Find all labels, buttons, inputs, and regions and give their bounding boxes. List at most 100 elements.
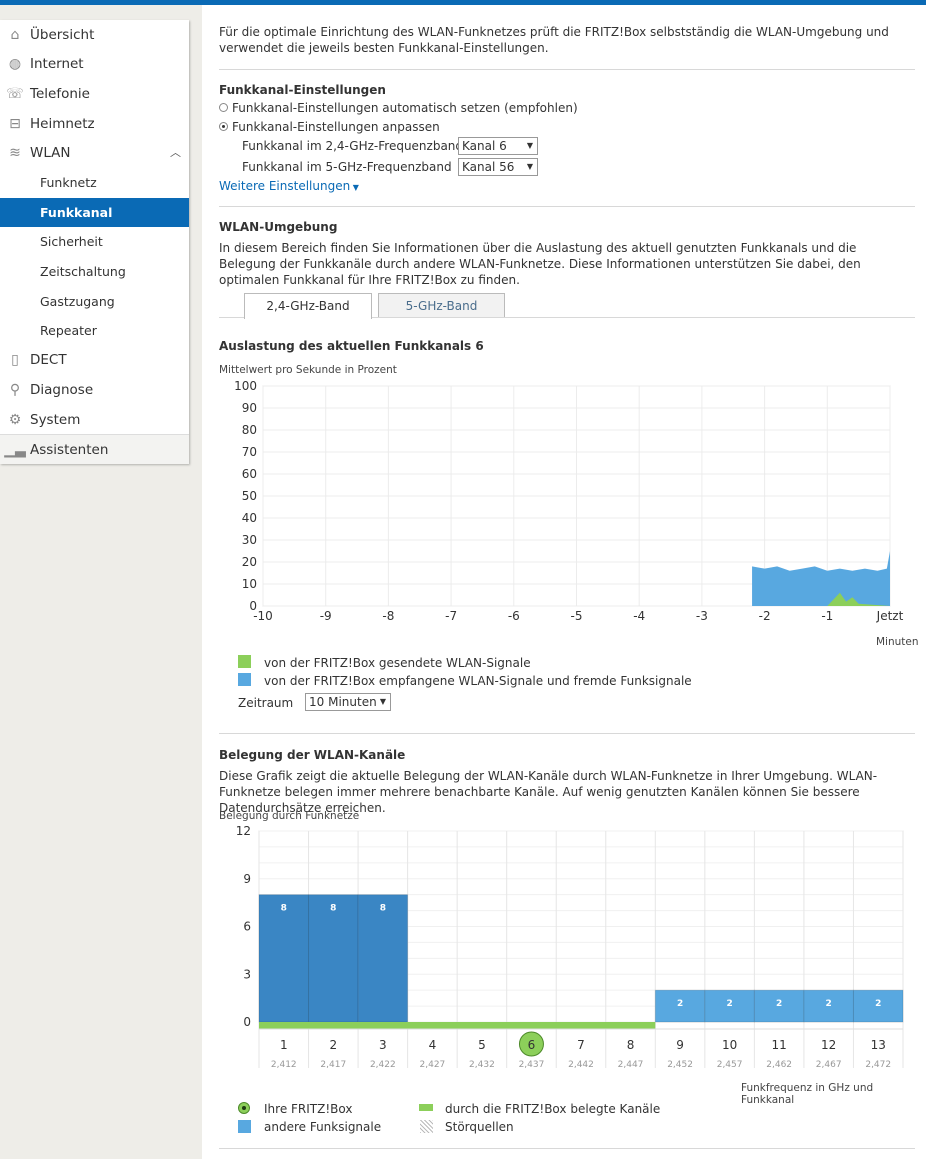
y-tick-label: 80 [242, 423, 257, 437]
y-tick-label: 6 [243, 920, 251, 934]
sidebar-item-label: Internet [30, 56, 84, 73]
bars-icon: ▁▃ [4, 441, 26, 458]
occupancy-xlabel: Funkfrequenz in GHz und Funkkanal [741, 1082, 874, 1106]
x-tick-label: -10 [253, 609, 273, 623]
tab-24ghz[interactable]: 2,4-GHz-Band [244, 293, 372, 319]
tab-baseline [219, 317, 244, 318]
legend-other-swatch [238, 1120, 251, 1133]
frequency-tick-label: 2,442 [568, 1060, 594, 1070]
frequency-tick-label: 2,467 [816, 1060, 842, 1070]
more-settings-label: Weitere Einstellungen [219, 179, 351, 193]
magnifier-icon: ⚲ [9, 381, 21, 398]
occupancy-heading: Belegung der WLAN-Kanäle [219, 748, 406, 762]
sidebar-item-zeitschaltung[interactable]: Zeitschaltung [0, 257, 189, 287]
chevron-up-icon[interactable]: ︿ [170, 144, 181, 160]
sidebar-item-funknetz[interactable]: Funknetz [0, 168, 189, 198]
sidebar-item-heimnetz[interactable]: ⊟ Heimnetz [0, 109, 189, 139]
divider [219, 69, 915, 70]
frequency-tick-label: 2,472 [865, 1060, 891, 1070]
frequency-tick-label: 2,432 [469, 1060, 495, 1070]
frequency-tick-label: 2,462 [766, 1060, 792, 1070]
x-tick-label: -5 [571, 609, 583, 623]
radio-auto[interactable]: Funkkanal-Einstellungen automatisch setz… [219, 100, 578, 116]
radio-manual-label: Funkkanal-Einstellungen anpassen [232, 120, 440, 134]
sidebar-item-label: Gastzugang [40, 293, 115, 309]
more-settings-link[interactable]: Weitere Einstellungen ▼ [219, 178, 359, 196]
dropdown-arrow-icon: ▼ [526, 141, 533, 150]
bar-channel-1 [258, 894, 310, 1023]
radio-manual-indicator[interactable] [219, 122, 228, 131]
sidebar-item-internet[interactable]: ◍ Internet [0, 50, 189, 80]
environment-heading: WLAN-Umgebung [219, 220, 338, 234]
channel-tick-label: 2 [329, 1038, 337, 1052]
y-tick-label: 10 [242, 577, 257, 591]
y-tick-label: 0 [243, 1015, 251, 1029]
occupied-channels-bar [259, 1022, 656, 1029]
bar-value-label: 2 [826, 999, 832, 1009]
period-select-value: 10 Minuten [309, 695, 377, 709]
sidebar-item-uebersicht[interactable]: ⌂ Übersicht [0, 20, 189, 50]
frequency-tick-label: 2,447 [618, 1060, 644, 1070]
dropdown-arrow-icon: ▼ [379, 697, 386, 706]
globe-icon: ◍ [8, 56, 22, 73]
sidebar-item-wlan[interactable]: ≋ WLAN ︿ [0, 138, 189, 168]
bar-channel-2 [308, 894, 359, 1023]
load-heading: Auslastung des aktuellen Funkkanals 6 [219, 339, 484, 353]
occupancy-chart: 0 3 6 9 12 8 8 8 2 2 2 2 2 1 2,412 2 2,417 3 2,422 4 2,427 5 2… [236, 824, 904, 1070]
tab-5ghz[interactable]: 5-GHz-Band [378, 293, 505, 318]
sidebar-item-sicherheit[interactable]: Sicherheit [0, 227, 189, 257]
occupancy-ylabel: Belegung durch Funknetze [219, 810, 360, 822]
sidebar-item-label: Funkkanal [40, 204, 113, 220]
sidebar-item-gastzugang[interactable]: Gastzugang [0, 286, 189, 316]
y-tick-label: 60 [242, 467, 257, 481]
band24-select-value: Kanal 6 [462, 139, 507, 153]
band5-select-value: Kanal 56 [462, 160, 515, 174]
bar-value-label: 8 [380, 904, 386, 914]
x-tick-label: -2 [759, 609, 771, 623]
bar-value-label: 2 [875, 999, 881, 1009]
y-tick-label: 3 [243, 967, 251, 981]
frequency-tick-label: 2,417 [320, 1060, 346, 1070]
sidebar-item-assistenten[interactable]: ▁▃ Assistenten [0, 434, 189, 464]
y-tick-label: 40 [242, 511, 257, 525]
x-tick-label: -1 [821, 609, 833, 623]
band24-select[interactable]: Kanal 6 ▼ [458, 137, 538, 155]
legend-other-label: andere Funksignale [264, 1120, 382, 1134]
channel-tick-label: 5 [478, 1038, 486, 1052]
sidebar-item-label: Funknetz [40, 175, 97, 191]
sidebar-item-label: Repeater [40, 323, 97, 339]
y-tick-label: 20 [242, 555, 257, 569]
sidebar-item-repeater[interactable]: Repeater [0, 316, 189, 346]
band5-label: Funkkanal im 5-GHz-Frequenzband [242, 160, 452, 174]
bar-channel-3 [357, 894, 409, 1023]
x-tick-label: -3 [696, 609, 708, 623]
network-icon: ⊟ [9, 115, 21, 132]
legend-occupied-swatch [419, 1104, 433, 1111]
x-tick-label: -4 [633, 609, 645, 623]
sidebar-item-telefonie[interactable]: ☏ Telefonie [0, 79, 189, 109]
radio-auto-indicator[interactable] [219, 103, 228, 112]
period-select[interactable]: 10 Minuten ▼ [305, 693, 391, 711]
sidebar-item-system[interactable]: ⚙ System [0, 405, 189, 435]
channel-tick-label: 3 [379, 1038, 387, 1052]
sidebar-item-funkkanal[interactable]: Funkkanal [0, 197, 189, 228]
y-tick-label: 9 [243, 872, 251, 886]
x-tick-label: -9 [320, 609, 332, 623]
channel-tick-label: 11 [772, 1038, 787, 1052]
sidebar-item-dect[interactable]: ▯ DECT [0, 346, 189, 376]
bar-value-label: 8 [281, 904, 287, 914]
settings-heading: Funkkanal-Einstellungen [219, 83, 386, 97]
y-tick-label: 90 [242, 401, 257, 415]
radio-manual[interactable]: Funkkanal-Einstellungen anpassen [219, 119, 440, 135]
frequency-tick-label: 2,452 [667, 1060, 693, 1070]
sidebar-nav: ⌂ Übersicht ◍ Internet ☏ Telefonie ⊟ Hei… [0, 20, 189, 464]
band5-select[interactable]: Kanal 56 ▼ [458, 158, 538, 176]
gear-icon: ⚙ [8, 411, 22, 428]
y-tick-label: 12 [236, 824, 251, 838]
sidebar-item-label: Assistenten [30, 441, 109, 458]
band24-label: Funkkanal im 2,4-GHz-Frequenzband [242, 139, 464, 153]
x-tick-label: -8 [382, 609, 394, 623]
legend-interference-swatch [420, 1120, 433, 1133]
phone-icon: ☏ [6, 85, 24, 102]
sidebar-item-diagnose[interactable]: ⚲ Diagnose [0, 375, 189, 405]
